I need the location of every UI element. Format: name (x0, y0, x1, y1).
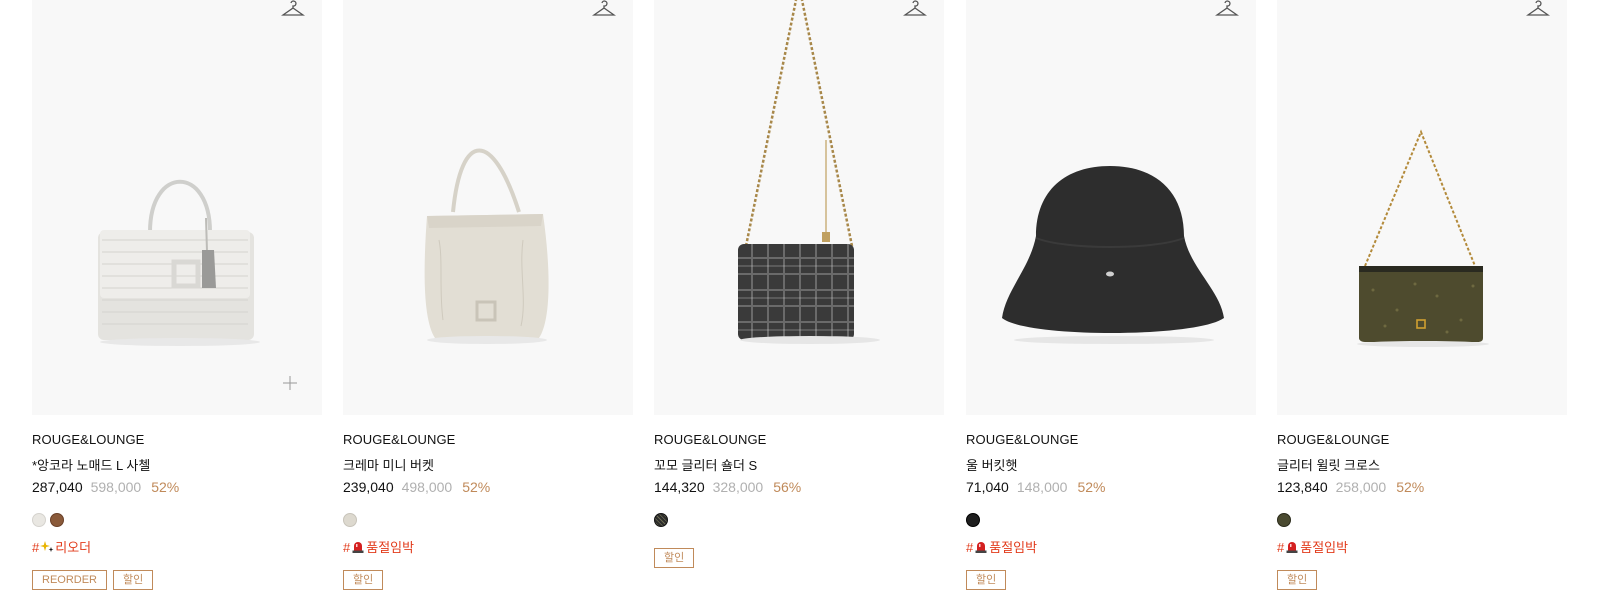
sparkle-icon (40, 541, 54, 552)
hashtag-prefix: # (343, 540, 351, 555)
sale-price: 239,040 (343, 479, 394, 495)
siren-icon (352, 542, 364, 553)
product-card[interactable]: ROUGE&LOUNGE 글리터 윌릿 크로스 123,840 258,000 52… (1277, 0, 1567, 590)
hashtag-prefix: # (1277, 540, 1285, 555)
badge-group: 할인 (343, 570, 384, 590)
sale-price: 144,320 (654, 479, 705, 495)
price-row: 144,320 328,000 56% (654, 479, 801, 495)
product-name[interactable]: 꼬모 글리터 숄더 S (654, 455, 757, 474)
brand-name: ROUGE&LOUNGE (1277, 432, 1390, 447)
discount-badge: 할인 (1277, 570, 1318, 590)
color-swatches (654, 513, 668, 527)
original-price: 498,000 (401, 479, 453, 495)
siren-icon (1286, 542, 1298, 553)
product-image[interactable] (343, 0, 633, 415)
color-swatches (32, 513, 64, 527)
sale-price: 123,840 (1277, 479, 1328, 495)
sale-price: 287,040 (32, 479, 83, 495)
color-swatches (966, 513, 980, 527)
product-card[interactable]: ROUGE&LOUNGE *앙코라 노매드 L 사첼 287,040 598,00… (32, 0, 322, 590)
product-name[interactable]: 크레마 미니 버켓 (343, 455, 434, 474)
badge-group: 할인 (1277, 570, 1318, 590)
original-price: 148,000 (1016, 479, 1068, 495)
color-swatch[interactable] (966, 513, 980, 527)
color-swatch[interactable] (343, 513, 357, 527)
color-swatch[interactable] (50, 513, 64, 527)
price-row: 239,040 498,000 52% (343, 479, 490, 495)
hanger-icon[interactable] (1526, 0, 1550, 20)
product-card[interactable]: ROUGE&LOUNGE 크레마 미니 버켓 239,040 498,000 52%… (343, 0, 633, 590)
badge-group: 할인 (654, 548, 695, 568)
price-row: 287,040 598,000 52% (32, 479, 179, 495)
product-name[interactable]: 울 버킷햇 (966, 455, 1017, 474)
brand-name: ROUGE&LOUNGE (343, 432, 456, 447)
hashtag-label: 품절임박 (1300, 540, 1349, 555)
badge-group: REORDER 할인 (32, 570, 154, 590)
discount-badge: 할인 (966, 570, 1007, 590)
color-swatch[interactable] (654, 513, 668, 527)
reorder-badge: REORDER (32, 570, 108, 590)
bucket-hat-image (1002, 166, 1224, 344)
hanger-icon[interactable] (592, 0, 616, 20)
discount-badge: 할인 (113, 570, 154, 590)
product-name[interactable]: 글리터 윌릿 크로스 (1277, 455, 1380, 474)
discount-rate: 52% (1077, 479, 1106, 495)
hashtag-prefix: # (966, 540, 974, 555)
siren-icon (975, 542, 987, 553)
product-image[interactable] (654, 0, 944, 415)
hanger-icon[interactable] (281, 0, 305, 20)
cross-bag-image (1357, 129, 1489, 347)
hanger-icon[interactable] (903, 0, 927, 20)
hashtag-prefix: # (32, 540, 40, 555)
product-card[interactable]: ROUGE&LOUNGE 울 버킷햇 71,040 148,000 52% # 품절임… (966, 0, 1256, 590)
hashtag[interactable]: # 품절임박 (1277, 537, 1348, 556)
hanger-icon[interactable] (1215, 0, 1239, 20)
original-price: 258,000 (1335, 479, 1387, 495)
plus-icon[interactable] (282, 375, 298, 391)
discount-badge: 할인 (654, 548, 695, 568)
discount-badge: 할인 (343, 570, 384, 590)
bucket-bag-image (424, 148, 549, 344)
price-row: 71,040 148,000 52% (966, 479, 1105, 495)
hashtag-label: 품절임박 (366, 540, 415, 555)
color-swatches (343, 513, 357, 527)
satchel-bag-image (98, 179, 260, 346)
product-image[interactable] (1277, 0, 1567, 415)
discount-rate: 56% (773, 479, 802, 495)
hashtag-label: 품절임박 (989, 540, 1038, 555)
product-name[interactable]: *앙코라 노매드 L 사첼 (32, 455, 150, 474)
product-card[interactable]: ROUGE&LOUNGE 꼬모 글리터 숄더 S 144,320 328,000 5… (654, 0, 944, 568)
sale-price: 71,040 (966, 479, 1009, 495)
brand-name: ROUGE&LOUNGE (32, 432, 145, 447)
hashtag[interactable]: # 리오더 (32, 537, 91, 556)
original-price: 598,000 (90, 479, 142, 495)
hashtag[interactable]: # 품절임박 (966, 537, 1037, 556)
product-image[interactable] (32, 0, 322, 415)
hashtag[interactable]: # 품절임박 (343, 537, 414, 556)
color-swatch[interactable] (1277, 513, 1291, 527)
color-swatches (1277, 513, 1291, 527)
discount-rate: 52% (151, 479, 180, 495)
discount-rate: 52% (1396, 479, 1425, 495)
hashtag-label: 리오더 (55, 540, 92, 555)
brand-name: ROUGE&LOUNGE (654, 432, 767, 447)
shoulder-bag-image (738, 0, 880, 344)
original-price: 328,000 (712, 479, 764, 495)
badge-group: 할인 (966, 570, 1007, 590)
discount-rate: 52% (462, 479, 491, 495)
product-grid: ROUGE&LOUNGE *앙코라 노매드 L 사첼 287,040 598,00… (0, 0, 1598, 604)
color-swatch[interactable] (32, 513, 46, 527)
product-image[interactable] (966, 0, 1256, 415)
price-row: 123,840 258,000 52% (1277, 479, 1424, 495)
brand-name: ROUGE&LOUNGE (966, 432, 1079, 447)
